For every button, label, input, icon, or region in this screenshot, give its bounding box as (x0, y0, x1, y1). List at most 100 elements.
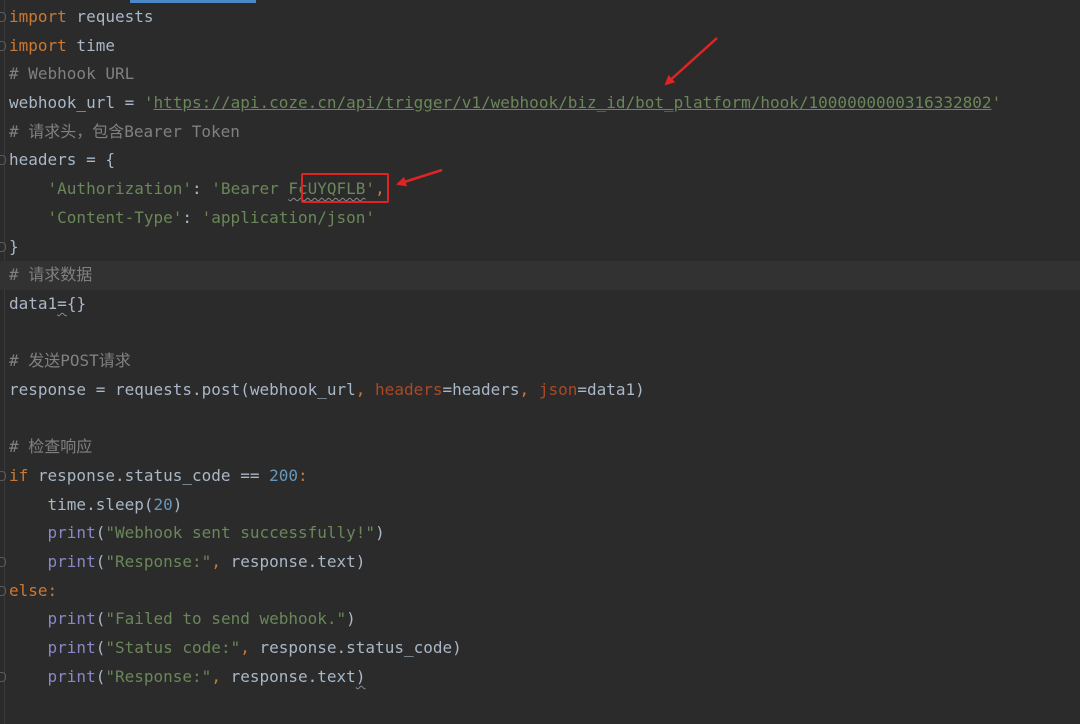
code-line[interactable]: time.sleep(20) (0, 491, 1080, 520)
fold-marker-icon[interactable] (0, 471, 6, 481)
code-token: print (47, 523, 96, 543)
code-token: time.sleep( (9, 494, 154, 514)
code-token: headers = { (9, 150, 115, 170)
code-token: # 发送POST请求 (9, 351, 131, 371)
code-token: "Status code:" (105, 638, 241, 658)
code-token: ) (375, 523, 385, 543)
code-line[interactable]: 'Authorization': 'Bearer FcUYQFLB', (0, 175, 1080, 204)
code-line[interactable] (0, 405, 1080, 434)
code-token: : (182, 207, 202, 227)
code-token: : (47, 580, 58, 600)
code-token: requests (66, 7, 154, 26)
code-token: 20 (153, 494, 173, 514)
code-token: data1 (9, 293, 58, 313)
code-token: , (355, 379, 376, 399)
code-token: , (240, 638, 260, 658)
code-line[interactable] (0, 319, 1080, 348)
code-line[interactable]: 'Content-Type': 'application/json' (0, 204, 1080, 233)
code-line[interactable]: else: (0, 577, 1080, 606)
code-line[interactable]: # 请求数据 (0, 261, 1080, 290)
code-editor[interactable]: import requests import time # Webhook URL w… (0, 0, 1080, 724)
code-token: 'Authorization' (47, 179, 193, 199)
code-token: , (211, 666, 231, 686)
code-line[interactable]: # 请求头，包含Bearer Token (0, 118, 1080, 147)
code-token: = (57, 293, 67, 313)
fold-marker-icon[interactable] (0, 557, 6, 568)
code-token: "Webhook sent successfully!" (105, 523, 376, 543)
code-token: "Response:" (105, 666, 212, 686)
code-line[interactable]: if response.status_code == 200: (0, 462, 1080, 491)
code-line[interactable]: webhook_url = 'https://api.coze.cn/api/t… (0, 89, 1080, 118)
code-token: response.text (230, 666, 356, 686)
code-line[interactable]: print("Response:", response.text) (0, 663, 1080, 692)
code-token: # Webhook URL (9, 64, 135, 84)
code-token: ) (346, 609, 356, 629)
code-area[interactable]: import requests import time # Webhook URL w… (0, 3, 1080, 692)
code-token: ' (991, 93, 1002, 113)
code-token: 200 (269, 466, 298, 485)
code-token: else (9, 580, 48, 600)
code-line[interactable]: import time (0, 32, 1080, 61)
code-token: 'Content-Type' (47, 207, 183, 227)
code-line[interactable]: } (0, 233, 1080, 262)
code-line[interactable]: print("Status code:", response.status_co… (0, 634, 1080, 663)
code-token: print (47, 552, 96, 572)
code-token: import (9, 35, 67, 55)
code-token: : (298, 466, 308, 485)
code-token: json (538, 379, 578, 399)
code-token: # 请求头，包含Bearer Token (9, 121, 240, 141)
code-line[interactable]: print("Failed to send webhook.") (0, 605, 1080, 634)
code-token: =data1) (577, 379, 645, 399)
code-token: time (66, 35, 115, 55)
code-token: # 检查响应 (9, 437, 93, 457)
code-line[interactable]: print("Webhook sent successfully!") (0, 519, 1080, 548)
code-line[interactable]: headers = { (0, 146, 1080, 175)
code-token: "Response:" (105, 552, 212, 572)
code-token: ' (143, 93, 154, 113)
code-token: {} (66, 293, 87, 313)
code-line[interactable]: print("Response:", response.text) (0, 548, 1080, 577)
code-token: : (192, 179, 212, 199)
code-token: response.text) (230, 552, 366, 572)
fold-marker-icon[interactable] (0, 155, 6, 166)
code-line[interactable]: # 检查响应 (0, 433, 1080, 462)
code-token: # 请求数据 (9, 265, 93, 285)
code-token: ( (95, 638, 106, 658)
code-line[interactable]: import requests (0, 3, 1080, 32)
code-line[interactable]: data1={} (0, 290, 1080, 319)
code-token: =headers (442, 379, 520, 399)
code-line[interactable]: # 发送POST请求 (0, 347, 1080, 376)
fold-marker-icon[interactable] (0, 40, 6, 51)
code-token: import (9, 7, 67, 26)
code-token: ( (95, 666, 106, 686)
code-token: response.status_code) (259, 638, 462, 658)
code-token: webhook_url = (9, 93, 144, 113)
code-token: print (47, 666, 96, 686)
code-token: ) (172, 494, 183, 514)
code-token: , (519, 379, 539, 399)
fold-marker-icon[interactable] (0, 585, 6, 596)
code-line[interactable]: response = requests.post(webhook_url, he… (0, 376, 1080, 405)
code-token: response.status_code == (28, 466, 270, 485)
code-token: ) (355, 666, 366, 686)
bearer-token-box (301, 173, 389, 203)
code-line[interactable]: # Webhook URL (0, 60, 1080, 89)
code-token: , (211, 552, 231, 572)
code-token: print (47, 638, 96, 658)
code-token: "Failed to send webhook." (105, 609, 347, 629)
code-token: ( (95, 523, 106, 543)
fold-marker-icon[interactable] (0, 671, 6, 682)
fold-marker-icon[interactable] (0, 241, 6, 252)
code-token: 'application/json' (201, 207, 376, 227)
code-token: } (9, 236, 19, 256)
code-token: 'Bearer (211, 179, 289, 199)
code-token: if (9, 466, 29, 485)
code-token: ( (95, 552, 106, 572)
fold-marker-icon[interactable] (0, 12, 6, 22)
